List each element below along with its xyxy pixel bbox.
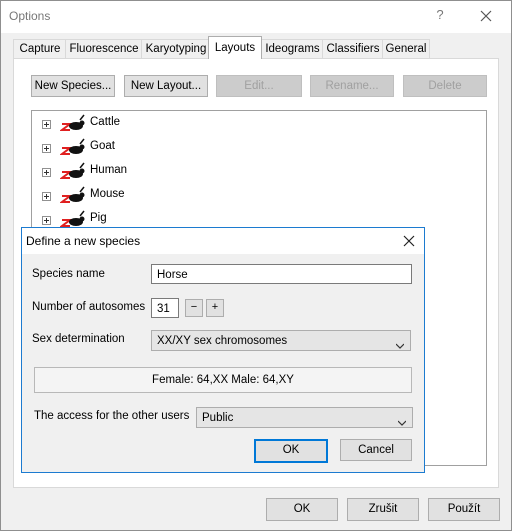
dialog-cancel-button[interactable]: Cancel <box>340 439 412 461</box>
species-icon <box>59 138 86 158</box>
species-icon <box>59 114 86 134</box>
expand-icon[interactable] <box>42 120 51 129</box>
tab-karyotyping[interactable]: Karyotyping <box>141 39 211 58</box>
expand-icon[interactable] <box>42 144 51 153</box>
sex-determination-select[interactable]: XX/XY sex chromosomes <box>151 330 411 351</box>
species-icon <box>59 162 86 182</box>
species-name-input[interactable]: Horse <box>151 264 412 284</box>
chevron-down-icon <box>397 414 407 426</box>
tree-item-label: Human <box>90 164 128 176</box>
decrement-button[interactable]: − <box>185 299 203 317</box>
tab-ideograms[interactable]: Ideograms <box>261 39 324 58</box>
dialog-title-bar: Define a new species <box>22 228 424 254</box>
chevron-down-icon <box>395 337 405 349</box>
species-icon <box>59 186 86 206</box>
tab-layouts[interactable]: Layouts <box>208 36 262 59</box>
dialog-ok-button[interactable]: OK <box>254 439 328 463</box>
sex-determination-value: XX/XY sex chromosomes <box>157 335 288 347</box>
sex-determination-label: Sex determination <box>32 333 125 345</box>
expand-icon[interactable] <box>42 216 51 225</box>
tree-item-label: Pig <box>90 212 107 224</box>
tree-item-human[interactable]: Human <box>32 162 232 182</box>
close-icon[interactable] <box>400 232 418 250</box>
tab-classifiers[interactable]: Classifiers <box>322 39 384 58</box>
new-species-button[interactable]: New Species... <box>31 75 115 97</box>
help-button[interactable]: ? <box>433 7 447 25</box>
tree-item-cattle[interactable]: Cattle <box>32 114 232 134</box>
edit-button[interactable]: Edit... <box>216 75 302 97</box>
access-select[interactable]: Public <box>196 407 413 428</box>
window-title: Options <box>9 9 51 23</box>
title-bar: Options ? <box>1 1 511 33</box>
close-icon[interactable] <box>475 5 497 27</box>
species-name-label: Species name <box>32 268 105 280</box>
tree-item-label: Goat <box>90 140 115 152</box>
dialog-title: Define a new species <box>26 234 141 248</box>
ok-button[interactable]: OK <box>266 498 338 521</box>
expand-icon[interactable] <box>42 192 51 201</box>
new-layout-button[interactable]: New Layout... <box>124 75 208 97</box>
access-value: Public <box>202 412 234 424</box>
increment-button[interactable]: + <box>206 299 224 317</box>
tab-capture[interactable]: Capture <box>13 39 67 58</box>
tab-general[interactable]: General <box>382 39 430 58</box>
tree-item-label: Mouse <box>90 188 125 200</box>
cancel-button[interactable]: Zrušit <box>347 498 419 521</box>
define-species-dialog: Define a new species Species name Horse … <box>21 227 425 473</box>
tree-item-label: Cattle <box>90 116 121 128</box>
apply-button[interactable]: Použít <box>428 498 500 521</box>
autosomes-input[interactable]: 31 <box>151 298 179 318</box>
expand-icon[interactable] <box>42 168 51 177</box>
autosomes-label: Number of autosomes <box>32 301 146 313</box>
tree-item-goat[interactable]: Goat <box>32 138 232 158</box>
delete-button[interactable]: Delete <box>403 75 487 97</box>
tab-fluorescence[interactable]: Fluorescence <box>65 39 143 58</box>
karyotype-info: Female: 64,XX Male: 64,XY <box>34 367 412 393</box>
rename-button[interactable]: Rename... <box>310 75 394 97</box>
access-label: The access for the other users <box>34 410 190 422</box>
tree-item-mouse[interactable]: Mouse <box>32 186 232 206</box>
